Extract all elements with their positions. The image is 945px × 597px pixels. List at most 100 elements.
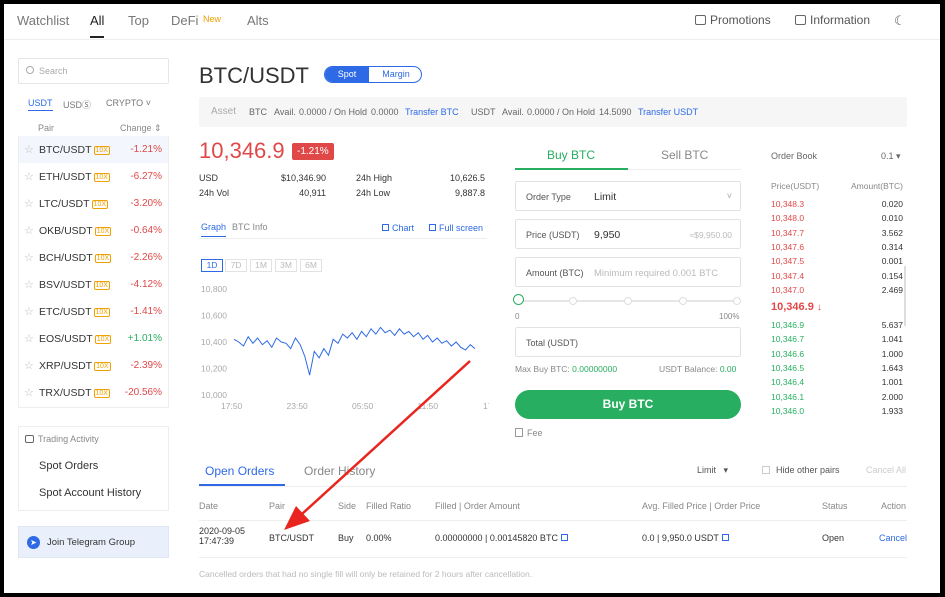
slider-stop-100[interactable]: [733, 297, 741, 305]
spot-history-link[interactable]: Spot Account History: [39, 487, 141, 499]
tab-graph[interactable]: Graph: [201, 222, 227, 237]
market-tab-crypto[interactable]: CRYPTO ˅: [106, 98, 151, 108]
star-icon[interactable]: ☆: [24, 305, 34, 318]
star-icon[interactable]: ☆: [24, 197, 34, 210]
range-3m[interactable]: 3M: [275, 259, 297, 272]
transfer-btc-link[interactable]: Transfer BTC: [405, 107, 459, 117]
bid-row[interactable]: 10,346.9 5.637: [771, 320, 907, 334]
range-1d[interactable]: 1D: [201, 259, 223, 272]
range-6m[interactable]: 6M: [300, 259, 322, 272]
slider-stop-75[interactable]: [679, 297, 687, 305]
order-type-select[interactable]: Order Type Limit ˅: [515, 181, 741, 211]
star-icon[interactable]: ☆: [24, 332, 34, 345]
tab-all[interactable]: All: [90, 13, 104, 28]
amount-field[interactable]: Amount (BTC) Minimum required 0.001 BTC: [515, 257, 741, 287]
pair-row[interactable]: ☆ EOS/USDT 10X +1.01%: [19, 325, 168, 352]
order-filter-select[interactable]: Limit ▾: [697, 465, 728, 476]
header-date: Date: [199, 501, 219, 511]
col-change-header[interactable]: Change ⇕: [120, 123, 162, 134]
tab-defi[interactable]: DeFi: [171, 13, 198, 28]
market-tab-usd[interactable]: USDⓈ: [63, 98, 91, 111]
pair-row[interactable]: ☆ BCH/USDT 10X -2.26%: [19, 244, 168, 271]
order-amount-value: 0.00000000 | 0.00145820 BTC: [435, 533, 558, 543]
slider-stop-25[interactable]: [569, 297, 577, 305]
bid-row[interactable]: 10,346.6 1.000: [771, 349, 907, 363]
price-field[interactable]: Price (USDT) 9,950 ≈$9,950.00: [515, 219, 741, 249]
slider-stop-50[interactable]: [624, 297, 632, 305]
ask-row[interactable]: 10,348.0 0.010: [771, 213, 907, 227]
bid-row[interactable]: 10,346.1 2.000: [771, 392, 907, 406]
bid-row[interactable]: 10,346.0 1.933: [771, 406, 907, 420]
ask-row[interactable]: 10,347.6 0.314: [771, 242, 907, 256]
pair-row[interactable]: ☆ ETH/USDT 10X -6.27%: [19, 163, 168, 190]
tab-btc-info[interactable]: BTC Info: [232, 222, 268, 232]
pair-change: -6.27%: [130, 171, 162, 182]
chart-link[interactable]: Chart: [382, 223, 414, 233]
cancel-all-button[interactable]: Cancel All: [866, 465, 906, 475]
x-tick-label: 11:50: [418, 401, 439, 409]
pair-name: ETC/USDT 10X: [39, 306, 110, 318]
ask-row[interactable]: 10,348.3 0.020: [771, 199, 907, 213]
tab-top[interactable]: Top: [128, 13, 149, 28]
pair-row[interactable]: ☆ ETC/USDT 10X -1.41%: [19, 298, 168, 325]
edit-icon[interactable]: [560, 534, 568, 541]
total-field[interactable]: Total (USDT): [515, 327, 741, 357]
ask-row[interactable]: 10,347.5 0.001: [771, 256, 907, 270]
fee-link[interactable]: Fee: [515, 428, 543, 438]
star-icon[interactable]: ☆: [24, 386, 34, 399]
moon-icon[interactable]: ☾: [894, 13, 906, 29]
usdt-balance: USDT Balance: 0.00: [659, 364, 736, 374]
ask-row[interactable]: 10,347.0 2.469: [771, 285, 907, 299]
bid-row[interactable]: 10,346.5 1.643: [771, 363, 907, 377]
star-icon[interactable]: ☆: [24, 143, 34, 156]
promotions-link[interactable]: Promotions: [695, 13, 771, 27]
spot-orders-link[interactable]: Spot Orders: [39, 460, 98, 472]
orderbook-scrollbar[interactable]: [904, 266, 906, 326]
pair-row[interactable]: ☆ OKB/USDT 10X -0.64%: [19, 217, 168, 244]
price-input[interactable]: 9,950: [594, 229, 620, 241]
hide-pairs-checkbox[interactable]: [762, 466, 770, 474]
tab-buy[interactable]: Buy BTC: [547, 148, 595, 162]
tab-open-orders[interactable]: Open Orders: [205, 464, 274, 478]
star-icon[interactable]: ☆: [24, 170, 34, 183]
telegram-button[interactable]: ➤ Join Telegram Group: [18, 526, 169, 558]
search-box[interactable]: Search: [18, 58, 169, 84]
bid-row[interactable]: 10,346.7 1.041: [771, 334, 907, 348]
market-tab-usdt[interactable]: USDT: [28, 98, 53, 111]
range-7d[interactable]: 7D: [225, 259, 247, 272]
spot-toggle[interactable]: Spot: [325, 67, 369, 82]
information-link[interactable]: Information: [795, 13, 870, 27]
cancel-order-link[interactable]: Cancel: [879, 533, 907, 543]
tab-order-history[interactable]: Order History: [304, 464, 375, 478]
amount-input[interactable]: Minimum required 0.001 BTC: [594, 268, 718, 279]
pair-row[interactable]: ☆ TRX/USDT 10X -20.56%: [19, 379, 168, 406]
star-icon[interactable]: ☆: [24, 359, 34, 372]
ask-row[interactable]: 10,347.7 3.562: [771, 228, 907, 242]
pair-row[interactable]: ☆ XRP/USDT 10X -2.39%: [19, 352, 168, 379]
fullscreen-link[interactable]: Full screen: [429, 223, 483, 233]
pair-row[interactable]: ☆ LTC/USDT 10X -3.20%: [19, 190, 168, 217]
ask-row[interactable]: 10,347.4 0.154: [771, 271, 907, 285]
star-icon[interactable]: ☆: [24, 278, 34, 291]
precision-value: 0.1: [881, 151, 894, 161]
transfer-usdt-link[interactable]: Transfer USDT: [638, 107, 698, 117]
pair-row[interactable]: ☆ BSV/USDT 10X -4.12%: [19, 271, 168, 298]
range-1m[interactable]: 1M: [250, 259, 272, 272]
buy-button[interactable]: Buy BTC: [515, 390, 741, 419]
star-icon[interactable]: ☆: [24, 251, 34, 264]
max-buy-label: Max Buy BTC:: [515, 364, 570, 374]
search-input[interactable]: Search: [39, 66, 68, 76]
information-label: Information: [810, 13, 871, 27]
edit-icon[interactable]: [721, 534, 729, 541]
tab-watchlist[interactable]: Watchlist: [17, 13, 69, 28]
tab-alts[interactable]: Alts: [247, 13, 269, 28]
slider-handle[interactable]: [513, 294, 524, 305]
margin-toggle[interactable]: Margin: [369, 67, 421, 82]
tab-sell[interactable]: Sell BTC: [661, 148, 708, 162]
bid-row[interactable]: 10,346.4 1.001: [771, 377, 907, 391]
precision-select[interactable]: 0.1 ▾: [881, 151, 901, 162]
order-date-day: 2020-09-05: [199, 526, 246, 536]
pair-row[interactable]: ☆ BTC/USDT 10X -1.21%: [19, 136, 168, 163]
header-side: Side: [338, 501, 357, 511]
star-icon[interactable]: ☆: [24, 224, 34, 237]
